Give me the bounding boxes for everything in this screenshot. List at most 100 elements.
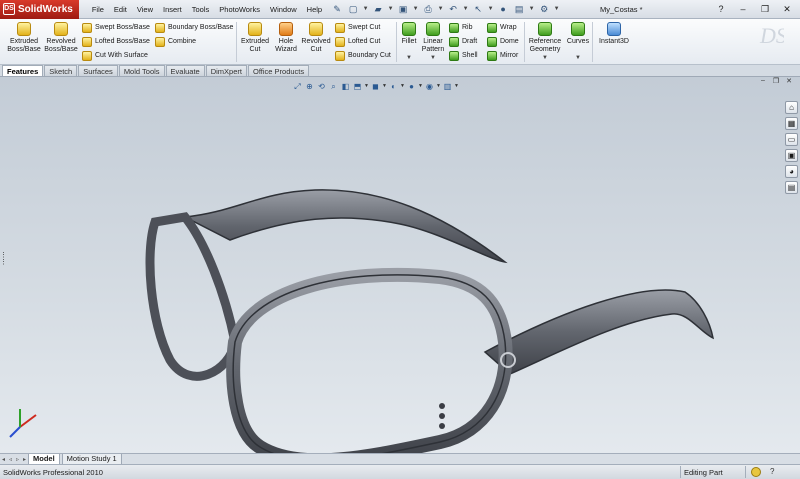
prev-tab-icon[interactable]: ◃: [7, 456, 14, 463]
shell-button[interactable]: Shell: [449, 49, 478, 62]
boundary-cut-button[interactable]: Boundary Cut: [335, 49, 391, 62]
zoom-icon[interactable]: ⌕: [328, 81, 339, 92]
viewport-restore-button[interactable]: ❐: [771, 77, 781, 85]
appearance-icon[interactable]: ◕: [785, 165, 798, 178]
extruded-boss-button[interactable]: Extruded Boss/Base: [6, 22, 42, 54]
combine-button[interactable]: Combine: [155, 35, 196, 48]
swept-boss-button[interactable]: Swept Boss/Base: [82, 21, 150, 34]
glasses-3d-model[interactable]: [140, 142, 720, 453]
chevron-down-icon[interactable]: ▼: [382, 81, 387, 92]
display-style-icon[interactable]: ◼: [370, 81, 381, 92]
chevron-down-icon[interactable]: ▼: [528, 2, 535, 16]
zoom-to-area-icon[interactable]: ⊕: [304, 81, 315, 92]
chevron-down-icon[interactable]: ▼: [430, 55, 436, 61]
boundary-boss-button[interactable]: Boundary Boss/Base: [155, 21, 233, 34]
solidworks-logo[interactable]: DS SolidWorks: [0, 0, 79, 19]
undo-icon[interactable]: ↶: [446, 2, 460, 16]
chevron-down-icon[interactable]: ▼: [418, 81, 423, 92]
viewport-close-button[interactable]: ✕: [784, 77, 794, 85]
save-icon[interactable]: ▣: [396, 2, 410, 16]
dome-button[interactable]: Dome: [487, 35, 519, 48]
file-properties-icon[interactable]: ▤: [512, 2, 526, 16]
chevron-down-icon[interactable]: ▼: [387, 2, 394, 16]
minimize-button[interactable]: –: [736, 3, 750, 15]
chevron-down-icon[interactable]: ▼: [400, 81, 405, 92]
chevron-down-icon[interactable]: ▼: [406, 55, 412, 61]
menu-insert[interactable]: Insert: [158, 0, 187, 19]
menu-photoworks[interactable]: PhotoWorks: [214, 0, 265, 19]
hide-show-items-icon[interactable]: ◐: [388, 81, 399, 92]
status-help-icon[interactable]: ?: [770, 467, 774, 476]
new-document-icon[interactable]: ▢: [346, 2, 360, 16]
folder-icon[interactable]: ▭: [785, 133, 798, 146]
menu-file[interactable]: File: [87, 0, 109, 19]
tab-office-products[interactable]: Office Products: [247, 65, 310, 76]
menu-help[interactable]: Help: [302, 0, 327, 19]
tab-sketch[interactable]: Sketch: [44, 65, 78, 76]
edit-appearance-icon[interactable]: ●: [406, 81, 417, 92]
swept-cut-button[interactable]: Swept Cut: [335, 21, 380, 34]
graphics-viewport[interactable]: ⤢ ⊕ ⟲ ⌕ ◧ ⬒ ▼ ◼ ▼ ◐ ▼ ● ▼ ◉ ▼ ▥ ▼ – ❐ ✕ …: [0, 77, 800, 453]
chevron-down-icon[interactable]: ▼: [575, 55, 581, 61]
instant3d-button[interactable]: Instant3D: [597, 22, 631, 46]
chevron-down-icon[interactable]: ▼: [487, 2, 494, 16]
rebuild-status-icon[interactable]: [751, 467, 761, 477]
chevron-down-icon[interactable]: ▼: [436, 81, 441, 92]
menu-view[interactable]: View: [132, 0, 158, 19]
lofted-cut-button[interactable]: Lofted Cut: [335, 35, 380, 48]
chevron-down-icon[interactable]: ▼: [362, 2, 369, 16]
view-settings-icon[interactable]: ▥: [442, 81, 453, 92]
view-palette-icon[interactable]: ▣: [785, 149, 798, 162]
close-button[interactable]: ✕: [780, 3, 794, 15]
print-icon[interactable]: ⎙: [421, 2, 435, 16]
first-tab-icon[interactable]: ◂: [0, 456, 7, 463]
hole-wizard-button[interactable]: Hole Wizard: [272, 22, 300, 54]
rebuild-icon[interactable]: ●: [496, 2, 510, 16]
next-tab-icon[interactable]: ▹: [14, 456, 21, 463]
custom-props-icon[interactable]: ▤: [785, 181, 798, 194]
chevron-down-icon[interactable]: ▼: [542, 55, 548, 61]
rib-button[interactable]: Rib: [449, 21, 473, 34]
chevron-down-icon[interactable]: ▼: [412, 2, 419, 16]
tab-evaluate[interactable]: Evaluate: [165, 65, 205, 76]
chevron-down-icon[interactable]: ▼: [454, 81, 459, 92]
revolved-boss-button[interactable]: Revolved Boss/Base: [43, 22, 79, 54]
cut-with-surface-button[interactable]: Cut With Surface: [82, 49, 148, 62]
restore-button[interactable]: ❐: [758, 3, 772, 15]
options-icon[interactable]: ⚙: [537, 2, 551, 16]
chevron-down-icon[interactable]: ▼: [462, 2, 469, 16]
section-view-icon[interactable]: ◧: [340, 81, 351, 92]
chevron-down-icon[interactable]: ▼: [437, 2, 444, 16]
tab-model[interactable]: Model: [28, 453, 60, 465]
apply-scene-icon[interactable]: ◉: [424, 81, 435, 92]
open-folder-icon[interactable]: ▰: [371, 2, 385, 16]
menu-tools[interactable]: Tools: [187, 0, 215, 19]
linear-pattern-button[interactable]: Linear Pattern: [420, 22, 446, 54]
library-icon[interactable]: ▦: [785, 117, 798, 130]
zoom-to-fit-icon[interactable]: ⤢: [292, 81, 303, 92]
feature-manager-collapse-handle[interactable]: ⋮ ⋮: [0, 252, 7, 266]
fillet-button[interactable]: Fillet: [399, 22, 419, 46]
tab-dimxpert[interactable]: DimXpert: [205, 65, 247, 76]
view-orientation-icon[interactable]: ⬒: [352, 81, 363, 92]
previous-view-icon[interactable]: ⟲: [316, 81, 327, 92]
menu-edit[interactable]: Edit: [109, 0, 132, 19]
viewport-minimize-button[interactable]: –: [758, 77, 768, 85]
wrap-button[interactable]: Wrap: [487, 21, 517, 34]
pin-icon[interactable]: ✎: [330, 2, 344, 16]
reference-geometry-button[interactable]: Reference Geometry: [527, 22, 563, 54]
last-tab-icon[interactable]: ▸: [21, 456, 28, 463]
help-search-icon[interactable]: ?: [714, 3, 728, 15]
home-icon[interactable]: ⌂: [785, 101, 798, 114]
chevron-down-icon[interactable]: ▼: [364, 81, 369, 92]
chevron-down-icon[interactable]: ▼: [553, 2, 560, 16]
tab-surfaces[interactable]: Surfaces: [78, 65, 118, 76]
tab-motion-study-1[interactable]: Motion Study 1: [61, 453, 122, 465]
revolved-cut-button[interactable]: Revolved Cut: [300, 22, 332, 54]
menu-window[interactable]: Window: [265, 0, 302, 19]
extruded-cut-button[interactable]: Extruded Cut: [239, 22, 271, 54]
curves-button[interactable]: Curves: [566, 22, 590, 46]
tab-mold-tools[interactable]: Mold Tools: [118, 65, 165, 76]
lofted-boss-button[interactable]: Lofted Boss/Base: [82, 35, 150, 48]
mirror-button[interactable]: Mirror: [487, 49, 518, 62]
